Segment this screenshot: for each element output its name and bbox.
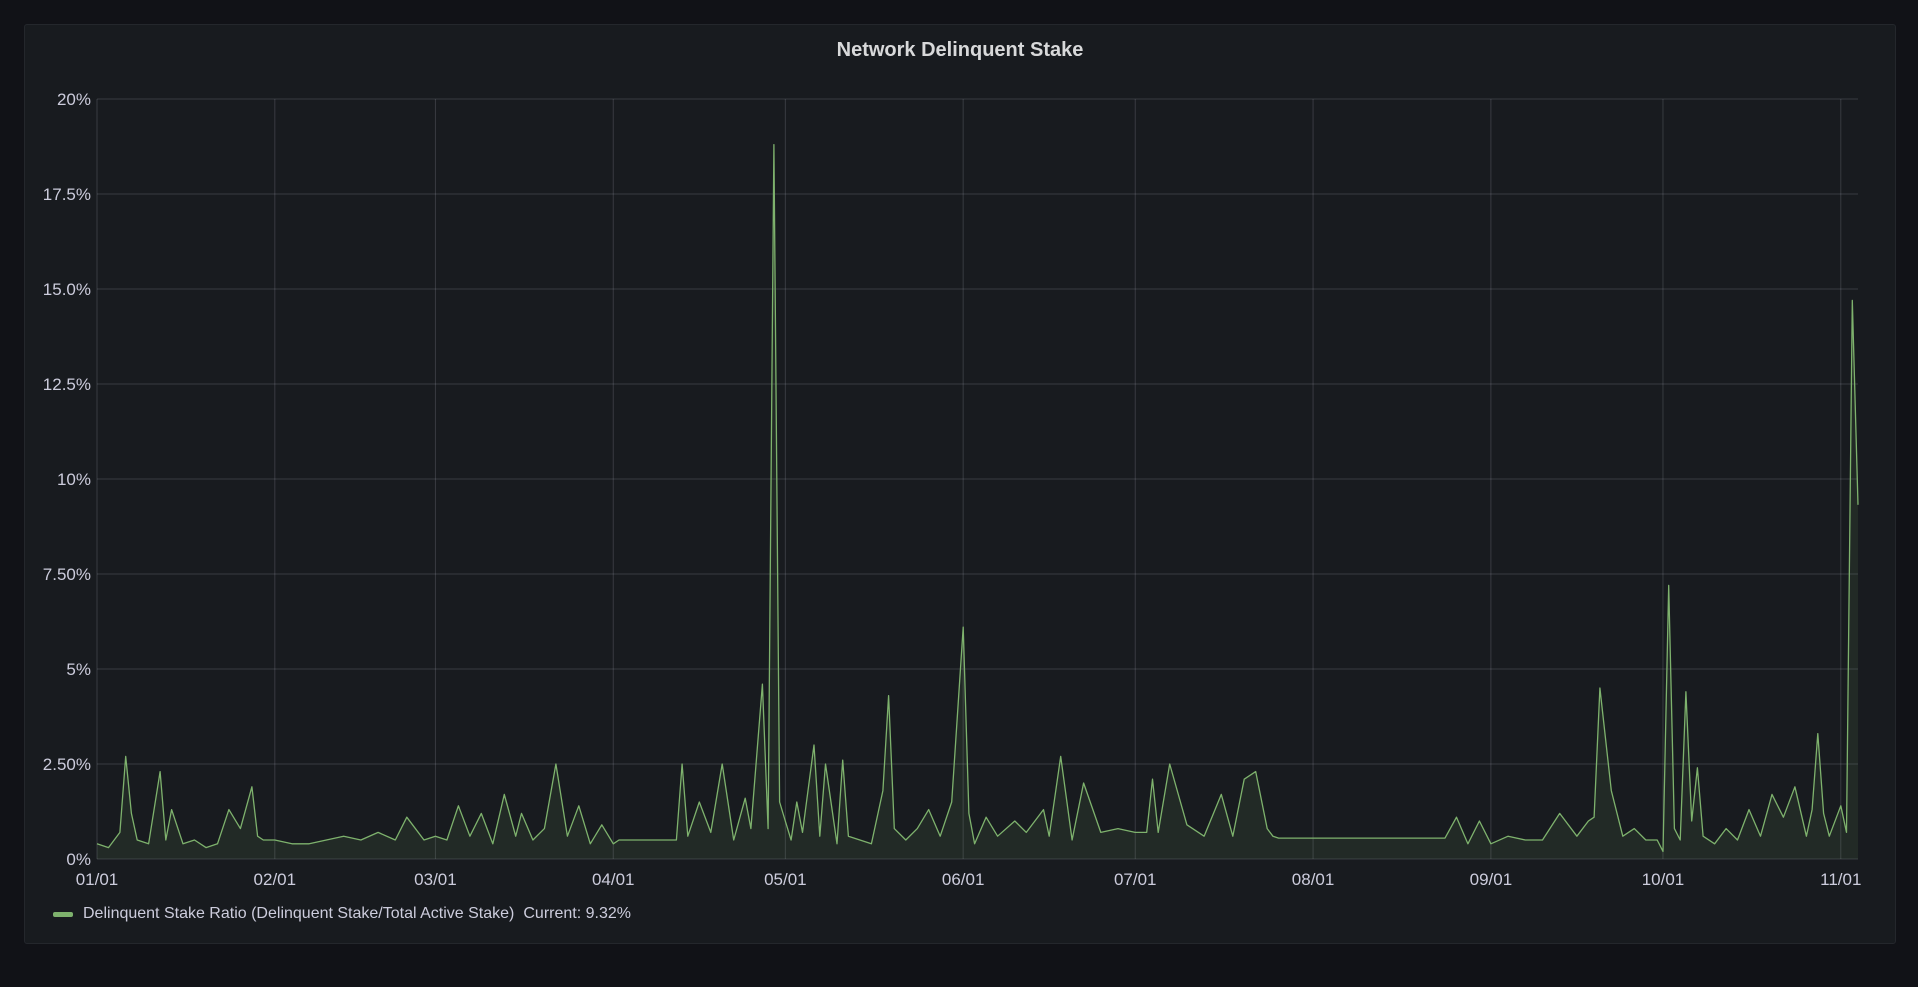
x-tick-label: 06/01 <box>942 870 985 889</box>
axes: 0% 2.50% 5% 7.50% 10% 12.5% 15.0% 17.5% 20% 01/01… <box>43 90 1862 889</box>
legend-series-name: Delinquent Stake Ratio (Delinquent Stake… <box>83 905 515 922</box>
y-tick-label: 20% <box>57 90 91 109</box>
x-tick-label: 09/01 <box>1470 870 1513 889</box>
legend-current-value: Current: 9.32% <box>523 905 631 922</box>
y-tick-label: 7.50% <box>43 565 91 584</box>
x-tick-label: 03/01 <box>414 870 457 889</box>
x-tick-label: 08/01 <box>1292 870 1335 889</box>
series-line <box>96 143 1859 853</box>
x-tick-label: 10/01 <box>1642 870 1685 889</box>
series-area <box>97 144 1858 860</box>
legend[interactable]: Delinquent Stake Ratio (Delinquent Stake… <box>53 905 631 923</box>
y-tick-label: 12.5% <box>43 375 91 394</box>
chart-panel: Network Delinquent Stake 0% 2.50% 5% 7.50% 1… <box>24 24 1896 944</box>
y-tick-label: 2.50% <box>43 755 91 774</box>
y-tick-label: 5% <box>66 660 91 679</box>
y-tick-label: 17.5% <box>43 185 91 204</box>
series-layer <box>96 143 1859 860</box>
grid <box>96 98 1858 860</box>
x-tick-label: 02/01 <box>254 870 297 889</box>
y-tick-label: 10% <box>57 470 91 489</box>
x-tick-label: 01/01 <box>76 870 119 889</box>
delinquent-stake-chart: 0% 2.50% 5% 7.50% 10% 12.5% 15.0% 17.5% 20% 01/01… <box>43 90 1862 889</box>
x-tick-label: 04/01 <box>592 870 635 889</box>
x-tick-label: 05/01 <box>764 870 807 889</box>
x-tick-label: 11/01 <box>1820 870 1861 889</box>
x-tick-label: 07/01 <box>1114 870 1157 889</box>
legend-swatch <box>53 911 73 917</box>
y-tick-label: 0% <box>66 850 91 869</box>
y-tick-label: 15.0% <box>43 280 91 299</box>
